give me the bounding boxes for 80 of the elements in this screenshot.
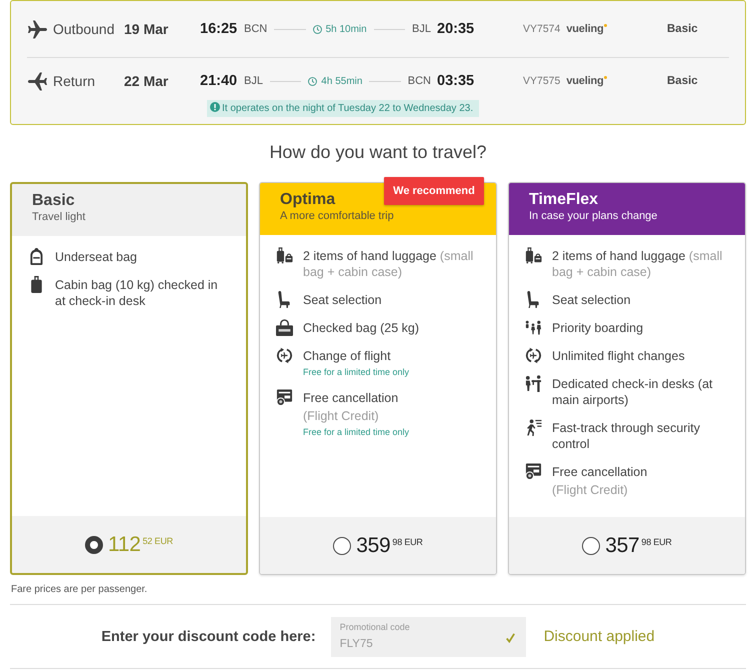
fare-title: Optima [280, 190, 336, 209]
price-amount: 359 [356, 534, 390, 558]
feature-text: Underseat bag [55, 249, 138, 265]
circular-arrows-icon [525, 347, 542, 364]
notice-text: It operates on the night of Tuesday 22 to Wednesday 23. [222, 103, 474, 114]
flight-direction: Outbound [53, 21, 116, 37]
flight-duration: 4h 55min [321, 76, 362, 86]
feature-note: Free for a limited time only [303, 426, 410, 438]
info-icon [210, 102, 220, 112]
price-amount: 357 [605, 534, 640, 558]
suitcase-icon [28, 276, 45, 293]
price-cents: 98 EUR [392, 536, 423, 548]
fare-title: TimeFlex [529, 190, 598, 209]
person-desk-icon [525, 375, 542, 392]
weight-bag-icon [276, 319, 293, 336]
feature-text: Seat selection [552, 292, 631, 308]
price-amount: 112 [108, 532, 141, 556]
circular-arrows-icon [276, 347, 293, 364]
fare-tagline: Travel light [32, 210, 86, 224]
flight-direction: Return [53, 73, 96, 89]
fare-tagline: In case your plans change [529, 209, 658, 223]
feature-text: 2 items of hand luggage (small bag + cabin case) [303, 248, 474, 280]
feature-text: 2 items of hand luggage (small bag + cabin case) [552, 248, 724, 280]
logo-dot-icon [604, 24, 608, 27]
arrival-airport: BCN [408, 75, 431, 87]
arrival-time: 20:35 [437, 21, 476, 37]
feature-text: Fast-track through security control [552, 420, 701, 452]
fare-class: Basic [667, 75, 699, 87]
luggage-icon [276, 247, 293, 264]
feature-text: Change of flight [303, 348, 391, 364]
departure-time: 21:40 [200, 73, 238, 89]
flight-number: VY7574 [523, 23, 560, 35]
people-icon [525, 319, 542, 336]
discount-status: Discount applied [544, 628, 655, 645]
departure-time: 16:25 [200, 21, 238, 37]
flight-duration: 5h 10min [326, 24, 367, 34]
feature-text: Unlimited flight changes [552, 348, 685, 364]
fare-class: Basic [667, 23, 699, 35]
clock-icon [308, 76, 318, 86]
plane-icon [28, 20, 47, 38]
feature-text: Free cancellation [303, 390, 398, 406]
feature-text: Seat selection [303, 292, 382, 308]
departure-airport: BCN [244, 23, 268, 35]
fare-note: Fare prices are per passenger. [11, 583, 148, 596]
fare-radio[interactable] [582, 536, 600, 554]
price-cents: 52 EUR [142, 536, 173, 546]
card-icon [525, 463, 542, 480]
airline-logo: vueling [566, 75, 604, 87]
fare-title: Basic [32, 191, 75, 210]
recommend-badge: We recommend [384, 177, 484, 205]
fare-radio[interactable] [333, 536, 352, 554]
flight-date: 19 Mar [124, 21, 170, 37]
airline-logo: vueling [566, 23, 604, 35]
feature-detail: (Flight Credit) [303, 408, 379, 424]
price-cents: 98 EUR [641, 536, 672, 548]
feature-detail: (Flight Credit) [552, 482, 628, 498]
arrival-time: 03:35 [437, 73, 476, 89]
luggage-icon [525, 247, 542, 264]
flight-number: VY7575 [523, 75, 560, 87]
card-icon [276, 389, 293, 406]
discount-label: Enter your discount code here: [101, 628, 316, 644]
fare-radio[interactable] [85, 536, 104, 554]
plane-icon [28, 72, 47, 90]
feature-text: Priority boarding [552, 320, 644, 336]
feature-text: Free cancellation [552, 464, 648, 480]
clock-icon [312, 24, 322, 34]
flight-date: 22 Mar [124, 73, 170, 89]
logo-dot-icon [604, 76, 608, 79]
backpack-icon [28, 248, 45, 265]
fare-card[interactable] [508, 182, 746, 575]
arrival-airport: BJL [412, 23, 431, 35]
fare-tagline: A more comfortable trip [280, 209, 394, 223]
feature-text: Cabin bag (10 kg) checked in at check-in desk [55, 277, 219, 309]
running-person-icon [525, 419, 542, 436]
departure-airport: BJL [244, 75, 263, 87]
feature-text: Dedicated check-in desks (at main airports) [552, 376, 714, 408]
feature-note: Free for a limited time only [303, 366, 410, 378]
fare-card[interactable] [259, 182, 497, 575]
section-heading: How do you want to travel? [269, 141, 487, 163]
feature-text: Checked bag (25 kg) [303, 320, 420, 336]
